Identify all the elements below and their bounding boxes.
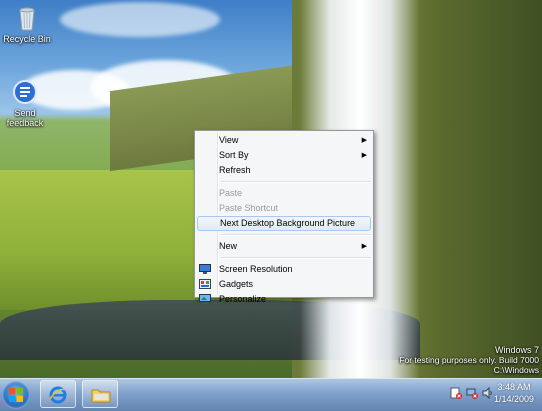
taskbar-windows-explorer[interactable] — [82, 380, 118, 408]
menu-item-next-background[interactable]: Next Desktop Background Picture — [197, 216, 371, 231]
menu-item-paste-shortcut: Paste Shortcut — [219, 203, 279, 213]
menu-item-refresh[interactable]: Refresh — [195, 163, 373, 178]
cloud — [60, 2, 220, 37]
clock-date: 1/14/2009 — [493, 394, 534, 404]
taskbar-internet-explorer[interactable] — [40, 380, 76, 408]
menu-item-sort-by[interactable]: Sort By ▶ — [195, 148, 373, 163]
network-icon[interactable] — [466, 387, 478, 399]
send-feedback-label: Send feedback — [6, 108, 44, 128]
watermark-path: C:\Windows — [493, 365, 539, 375]
windows-explorer-icon — [91, 389, 111, 403]
send-feedback-shortcut[interactable]: Send feedback — [0, 78, 52, 128]
recycle-bin-icon — [13, 4, 41, 32]
submenu-arrow-icon: ▶ — [361, 152, 367, 159]
menu-item-screen-resolution[interactable]: Screen Resolution — [195, 262, 373, 277]
recycle-bin-label: Recycle Bin — [3, 34, 51, 44]
menu-item-gadgets[interactable]: Gadgets — [195, 277, 373, 292]
menu-item-personalize[interactable]: Personalize — [195, 292, 373, 307]
submenu-arrow-icon: ▶ — [361, 243, 367, 250]
menu-separator — [221, 257, 371, 259]
menu-separator — [221, 181, 371, 183]
menu-separator — [221, 234, 371, 236]
action-center-icon[interactable] — [450, 387, 462, 399]
build-watermark: Windows 7 For testing purposes only. Bui… — [399, 345, 539, 375]
desktop-context-menu: View ▶ Sort By ▶ Refresh Paste Paste Sho… — [194, 130, 374, 304]
volume-icon[interactable] — [482, 387, 494, 399]
windows-logo-icon — [9, 388, 23, 402]
feedback-icon — [11, 78, 39, 106]
menu-item-new[interactable]: New ▶ — [195, 239, 373, 254]
taskbar-clock[interactable]: 3:48 AM 1/14/2009 — [494, 381, 534, 405]
watermark-os: Windows 7 — [494, 345, 539, 355]
submenu-arrow-icon: ▶ — [361, 137, 367, 144]
start-button[interactable] — [2, 381, 30, 409]
menu-item-paste: Paste — [219, 188, 243, 198]
watermark-build: For testing purposes only. Build 7000 — [399, 355, 539, 365]
personalize-icon — [199, 294, 211, 304]
internet-explorer-icon — [49, 386, 67, 404]
menu-item-view[interactable]: View ▶ — [195, 133, 373, 148]
monitor-icon — [199, 264, 211, 274]
clock-time: 3:48 AM — [497, 382, 531, 392]
gadgets-icon — [199, 279, 211, 289]
desktop-background[interactable]: Recycle Bin Send feedback Windows 7 For … — [0, 0, 542, 378]
recycle-bin-shortcut[interactable]: Recycle Bin — [0, 4, 54, 44]
